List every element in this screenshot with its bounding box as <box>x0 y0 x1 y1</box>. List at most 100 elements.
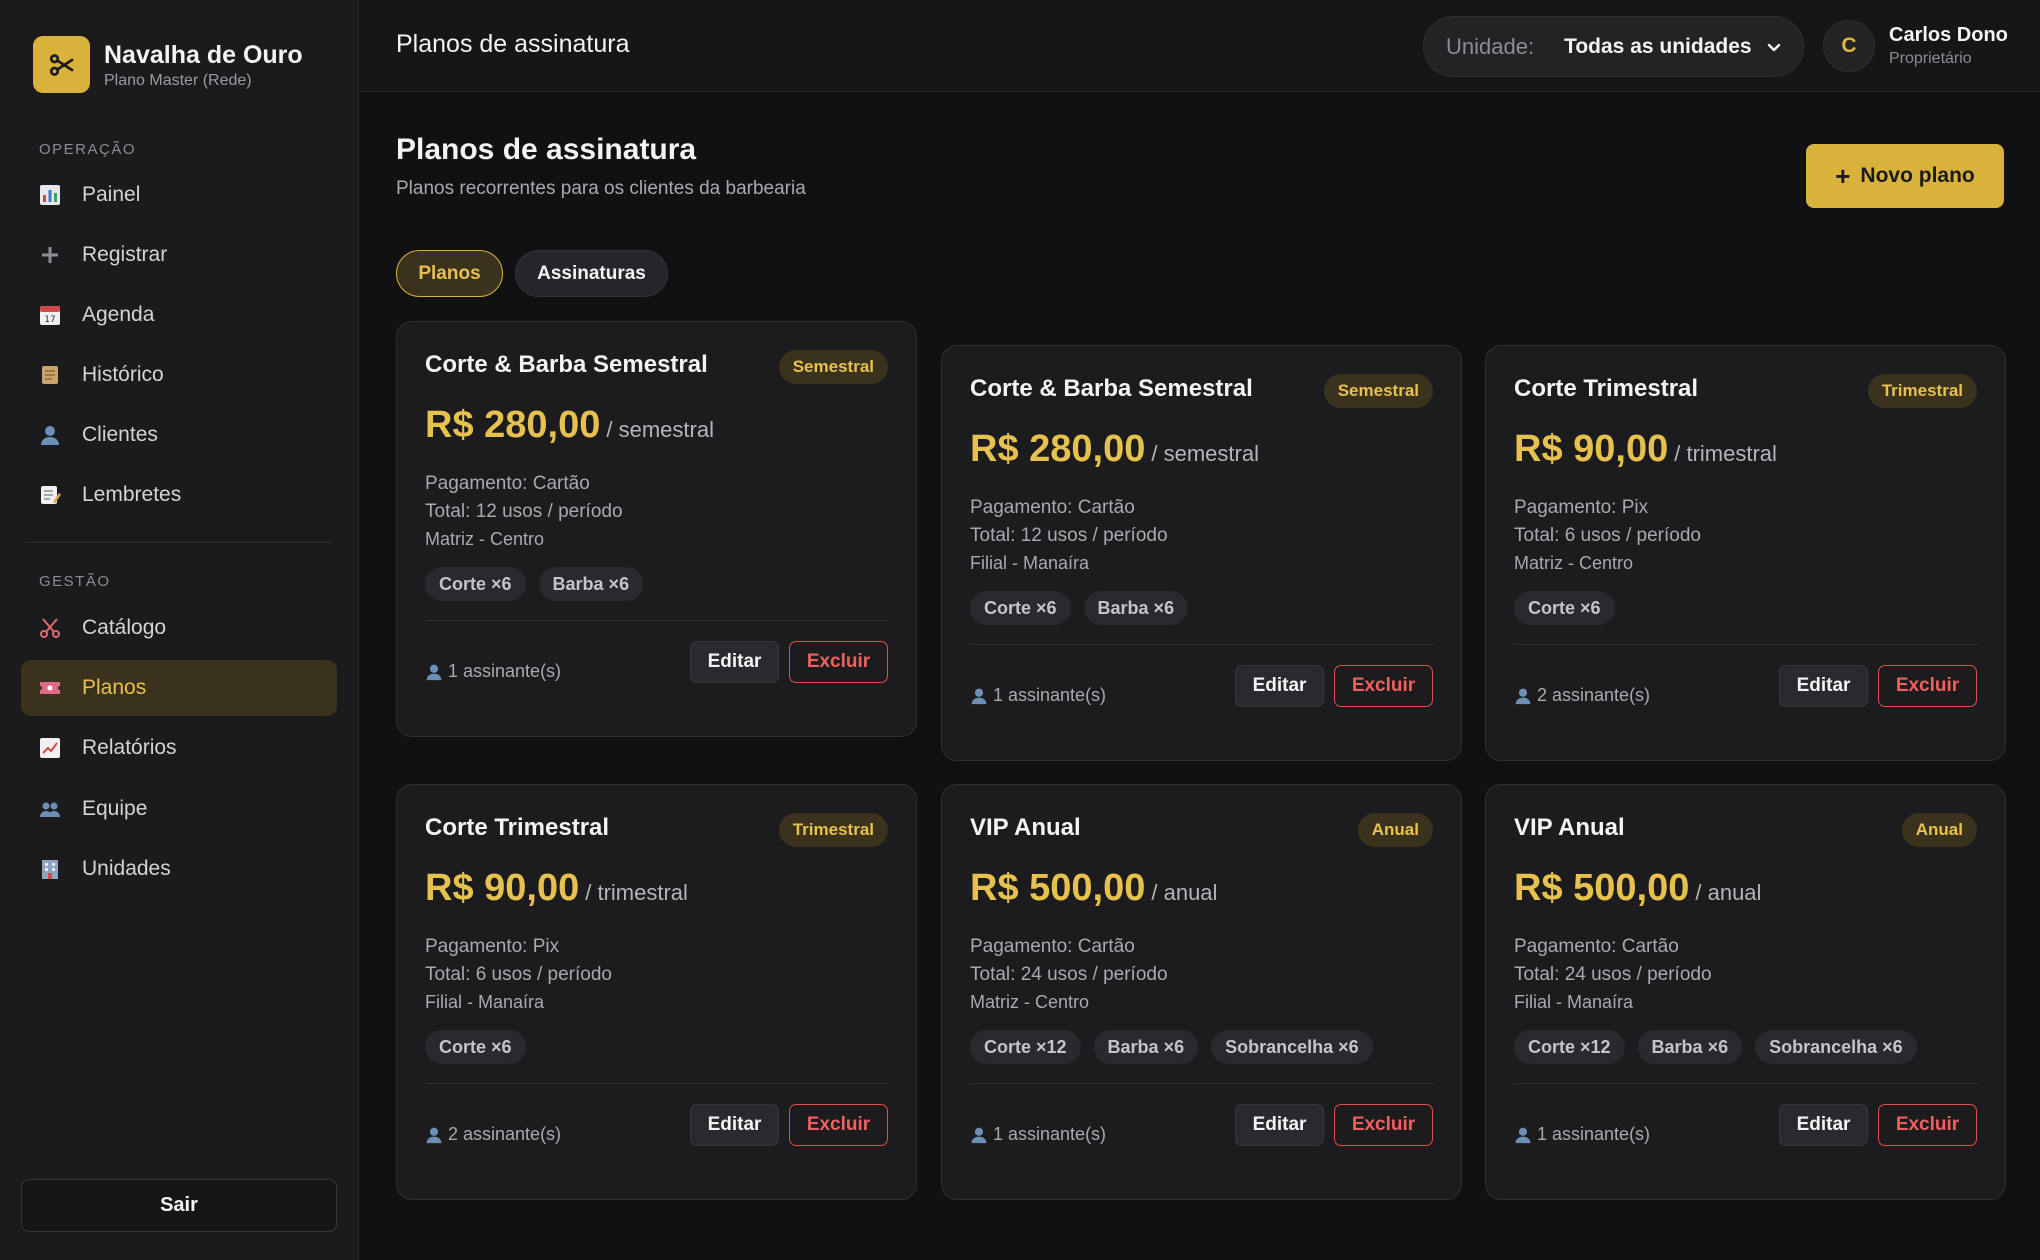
scroll-icon <box>39 364 61 386</box>
logout-button[interactable]: Sair <box>21 1179 337 1232</box>
service-chips: Corte ×12 Barba ×6 Sobrancelha ×6 <box>1514 1030 1930 1064</box>
card-divider <box>970 1083 1435 1084</box>
sidebar-item-relatorios[interactable]: Relatórios <box>21 720 337 776</box>
plan-price: R$ 90,00 <box>425 867 580 909</box>
edit-button[interactable]: Editar <box>1235 665 1324 707</box>
user-icon <box>425 1126 443 1144</box>
edit-button[interactable]: Editar <box>690 641 779 683</box>
memo-icon <box>39 484 61 506</box>
sidebar-item-label: Catálogo <box>82 616 167 639</box>
delete-button[interactable]: Excluir <box>1878 665 1977 707</box>
plan-name: Corte Trimestral <box>1514 375 1699 402</box>
edit-button[interactable]: Editar <box>690 1104 779 1146</box>
plan-period: / semestral <box>1151 441 1259 466</box>
plan-total: Total: 6 usos / período <box>425 964 612 985</box>
brand-name: Navalha de Ouro <box>104 40 303 69</box>
sidebar-item-label: Clientes <box>82 423 158 446</box>
users-icon <box>39 798 61 820</box>
service-chip: Corte ×12 <box>1514 1030 1625 1064</box>
subscriber-count: 1 assinante(s) <box>425 661 561 682</box>
plan-unit: Filial - Manaíra <box>1514 992 1634 1012</box>
plan-unit: Matriz - Centro <box>1514 553 1634 573</box>
subscriber-count: 2 assinante(s) <box>425 1124 561 1145</box>
sidebar-item-registrar[interactable]: Registrar <box>21 227 337 283</box>
service-chip: Sobrancelha ×6 <box>1211 1030 1373 1064</box>
sidebar-item-historico[interactable]: Histórico <box>21 347 337 403</box>
sidebar-item-lembretes[interactable]: Lembretes <box>21 467 337 523</box>
sidebar-item-clientes[interactable]: Clientes <box>21 407 337 463</box>
service-chips: Corte ×12 Barba ×6 Sobrancelha ×6 <box>970 1030 1386 1064</box>
delete-button[interactable]: Excluir <box>1878 1104 1977 1146</box>
user-icon <box>970 687 988 705</box>
sidebar-item-label: Agenda <box>82 303 155 326</box>
plan-total: Total: 24 usos / período <box>970 964 1168 985</box>
plan-total: Total: 12 usos / período <box>970 525 1168 546</box>
avatar: C <box>1823 20 1875 72</box>
subscriber-count: 1 assinante(s) <box>970 685 1106 706</box>
plan-unit: Filial - Manaíra <box>425 992 545 1012</box>
plan-name: VIP Anual <box>970 814 1081 841</box>
tab-assinaturas[interactable]: Assinaturas <box>515 250 668 297</box>
sidebar-item-painel[interactable]: Painel <box>21 167 337 223</box>
service-chip: Barba ×6 <box>1093 1030 1199 1064</box>
plan-payment: Pagamento: Cartão <box>970 936 1135 957</box>
card-divider <box>1514 644 1979 645</box>
edit-button[interactable]: Editar <box>1779 665 1868 707</box>
subscriber-count: 2 assinante(s) <box>1514 685 1650 706</box>
user-role: Proprietário <box>1889 50 1972 67</box>
tab-planos[interactable]: Planos <box>396 250 503 297</box>
brand: Navalha de Ouro Plano Master (Rede) <box>33 36 303 93</box>
plan-card: VIP Anual Anual R$ 500,00 / anual Pagame… <box>1485 784 2006 1200</box>
period-badge: Trimestral <box>778 813 888 847</box>
delete-button[interactable]: Excluir <box>1334 665 1433 707</box>
sidebar-item-label: Histórico <box>82 363 164 386</box>
page-title: Planos de assinatura <box>396 133 697 166</box>
plan-period: / anual <box>1151 880 1218 905</box>
unit-select-value: Todas as unidades <box>1564 34 1752 58</box>
plan-price: R$ 500,00 <box>970 867 1146 909</box>
page-subtitle: Planos recorrentes para os clientes da b… <box>396 178 806 199</box>
plan-unit: Filial - Manaíra <box>970 553 1090 573</box>
delete-button[interactable]: Excluir <box>789 641 888 683</box>
sidebar-item-planos[interactable]: Planos <box>21 660 337 716</box>
subscriber-count-label: 1 assinante(s) <box>448 661 562 681</box>
period-badge: Semestral <box>778 350 888 384</box>
unit-select[interactable]: Unidade: Todas as unidades <box>1423 16 1804 77</box>
topbar: Planos de assinatura Unidade: Todas as u… <box>360 0 2040 92</box>
sidebar-item-catalogo[interactable]: Catálogo <box>21 600 337 656</box>
delete-button[interactable]: Excluir <box>1334 1104 1433 1146</box>
service-chip: Corte ×6 <box>425 1030 526 1064</box>
user-icon <box>1514 687 1532 705</box>
section-label-gestao: GESTÃO <box>39 573 111 590</box>
card-divider <box>1514 1083 1979 1084</box>
plan-name: Corte & Barba Semestral <box>425 351 708 378</box>
plan-payment: Pagamento: Cartão <box>425 473 590 494</box>
plan-total: Total: 24 usos / período <box>1514 964 1712 985</box>
plan-card: Corte Trimestral Trimestral R$ 90,00 / t… <box>396 784 917 1200</box>
user-menu[interactable]: C Carlos Dono Proprietário <box>1823 20 2008 72</box>
plan-payment: Pagamento: Pix <box>425 936 560 957</box>
new-plan-button[interactable]: + Novo plano <box>1806 144 2004 208</box>
edit-button[interactable]: Editar <box>1779 1104 1868 1146</box>
new-plan-label: Novo plano <box>1860 164 1975 187</box>
sidebar: Navalha de Ouro Plano Master (Rede) OPER… <box>0 0 359 1260</box>
user-name: Carlos Dono <box>1889 24 2008 46</box>
plan-name: VIP Anual <box>1514 814 1625 841</box>
svg-text:17: 17 <box>44 315 55 325</box>
delete-button[interactable]: Excluir <box>789 1104 888 1146</box>
sidebar-item-label: Lembretes <box>82 483 182 506</box>
plan-name: Corte & Barba Semestral <box>970 375 1253 402</box>
sidebar-item-equipe[interactable]: Equipe <box>21 781 337 837</box>
sidebar-item-unidades[interactable]: Unidades <box>21 841 337 897</box>
plan-price: R$ 90,00 <box>1514 428 1669 470</box>
edit-button[interactable]: Editar <box>1235 1104 1324 1146</box>
service-chip: Corte ×6 <box>425 567 526 601</box>
sidebar-item-agenda[interactable]: 17 Agenda <box>21 287 337 343</box>
plan-name: Corte Trimestral <box>425 814 610 841</box>
sidebar-item-label: Registrar <box>82 243 168 266</box>
plan-unit: Matriz - Centro <box>970 992 1090 1012</box>
plan-card: Corte & Barba Semestral Semestral R$ 280… <box>396 321 917 737</box>
building-icon <box>39 858 61 880</box>
subscriber-count-label: 1 assinante(s) <box>993 1124 1107 1144</box>
subscriber-count-label: 2 assinante(s) <box>1537 685 1651 705</box>
